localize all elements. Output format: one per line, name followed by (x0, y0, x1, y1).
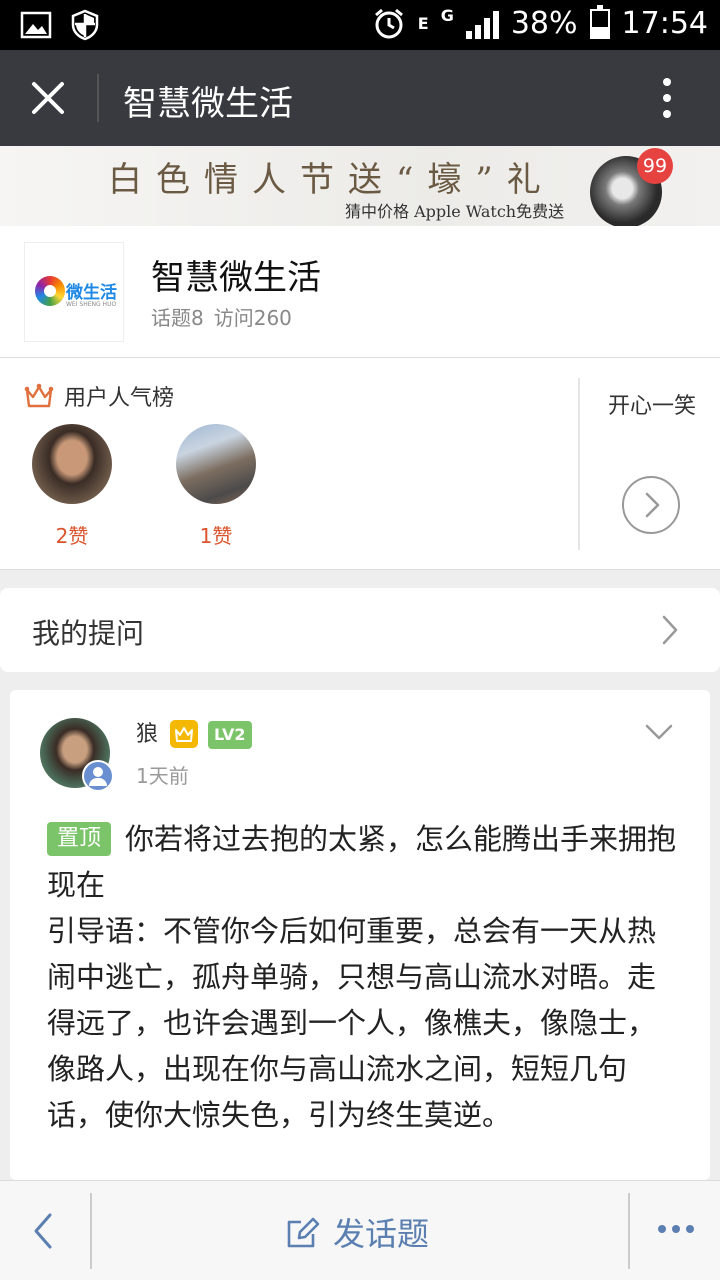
title-bar: 智慧微生活 (0, 50, 720, 146)
post-time: 1天前 (136, 764, 189, 788)
post-body: 引导语：不管你今后如何重要，总会有一天从热闹中逃亡，孤舟单骑，只想与高山流水对晤… (47, 914, 657, 1132)
page-title: 智慧微生活 (123, 84, 293, 124)
edit-icon (287, 1217, 320, 1248)
community-logo: 微生活 WEI SHENG HUO (24, 242, 124, 342)
status-bar: E G 38% 17:54 (0, 0, 720, 50)
signal-icon (465, 9, 499, 39)
popularity-ranking: 用户人气榜 2赞 1赞 开心一笑 (0, 358, 720, 570)
user-icon (82, 760, 114, 792)
clock: 17:54 (621, 6, 708, 41)
close-icon[interactable] (22, 74, 74, 122)
visit-count: 访问260 (213, 306, 292, 330)
post-content: 置顶 你若将过去抱的太紧，怎么能腾出手来拥抱现在 引导语：不管你今后如何重要，总会… (47, 816, 683, 1138)
section-divider (578, 378, 580, 550)
crown-badge-icon (170, 720, 198, 748)
logo-subtext: WEI SHENG HUO (66, 301, 117, 308)
more-options-icon[interactable] (654, 74, 680, 122)
my-questions-row[interactable]: 我的提问 (0, 588, 720, 672)
popularity-title: 用户人气榜 (64, 386, 175, 411)
battery-percent: 38% (510, 6, 578, 41)
post-author-name[interactable]: 狼 (136, 716, 158, 748)
like-count: 2赞 (55, 524, 89, 548)
popular-user[interactable]: 1赞 (176, 424, 256, 549)
avatar[interactable] (176, 424, 256, 504)
pinned-badge: 置顶 (47, 822, 112, 856)
title-divider (97, 74, 99, 122)
community-name: 智慧微生活 (151, 258, 321, 298)
happy-section-label[interactable]: 开心一笑 (608, 388, 696, 420)
chevron-down-icon[interactable] (644, 722, 674, 742)
more-menu-icon[interactable] (656, 1223, 696, 1235)
banner-title: 白色情人节送“壕”礼 (108, 160, 555, 200)
notification-badge[interactable]: 99 (637, 148, 673, 184)
level-badge: LV2 (208, 721, 252, 749)
crown-icon (24, 383, 54, 408)
bottom-toolbar: 发话题 (0, 1180, 720, 1280)
back-icon[interactable] (28, 1211, 58, 1251)
banner-subtitle: 猜中价格 Apple Watch免费送 (345, 202, 565, 221)
gallery-icon (20, 11, 52, 39)
network-g-label: G (440, 6, 454, 25)
community-stats: 话题8 访问260 (151, 302, 292, 331)
logo-text: 微生活 (66, 283, 117, 303)
my-questions-label: 我的提问 (32, 617, 145, 650)
alarm-icon (374, 8, 403, 38)
chevron-right-icon (662, 615, 678, 645)
logo-flower-icon (35, 276, 65, 306)
post-title: 你若将过去抱的太紧，怎么能腾出手来拥抱现在 (47, 822, 677, 902)
new-topic-label: 发话题 (333, 1215, 430, 1253)
network-e-label: E (417, 13, 429, 33)
community-info: 微生活 WEI SHENG HUO 智慧微生活 话题8 访问260 (0, 226, 720, 358)
like-count: 1赞 (199, 524, 233, 548)
post-author-avatar[interactable] (40, 718, 114, 792)
battery-icon (589, 4, 610, 39)
next-button[interactable] (622, 476, 680, 534)
chevron-right-icon (645, 492, 660, 518)
topic-count: 话题8 (151, 306, 204, 330)
post-card[interactable]: 狼 LV2 1天前 置顶 你若将过去抱的太紧，怎么能腾出手来拥抱现在 引导语：不管… (10, 690, 710, 1180)
shield-icon (71, 9, 99, 41)
popularity-heading: 用户人气榜 (24, 380, 174, 412)
popular-user[interactable]: 2赞 (32, 424, 112, 549)
new-topic-button[interactable]: 发话题 (285, 1209, 429, 1255)
promo-banner[interactable]: 白色情人节送“壕”礼 猜中价格 Apple Watch免费送 (0, 146, 720, 228)
avatar[interactable] (32, 424, 112, 504)
toolbar-divider (90, 1193, 92, 1269)
toolbar-divider (628, 1193, 630, 1269)
